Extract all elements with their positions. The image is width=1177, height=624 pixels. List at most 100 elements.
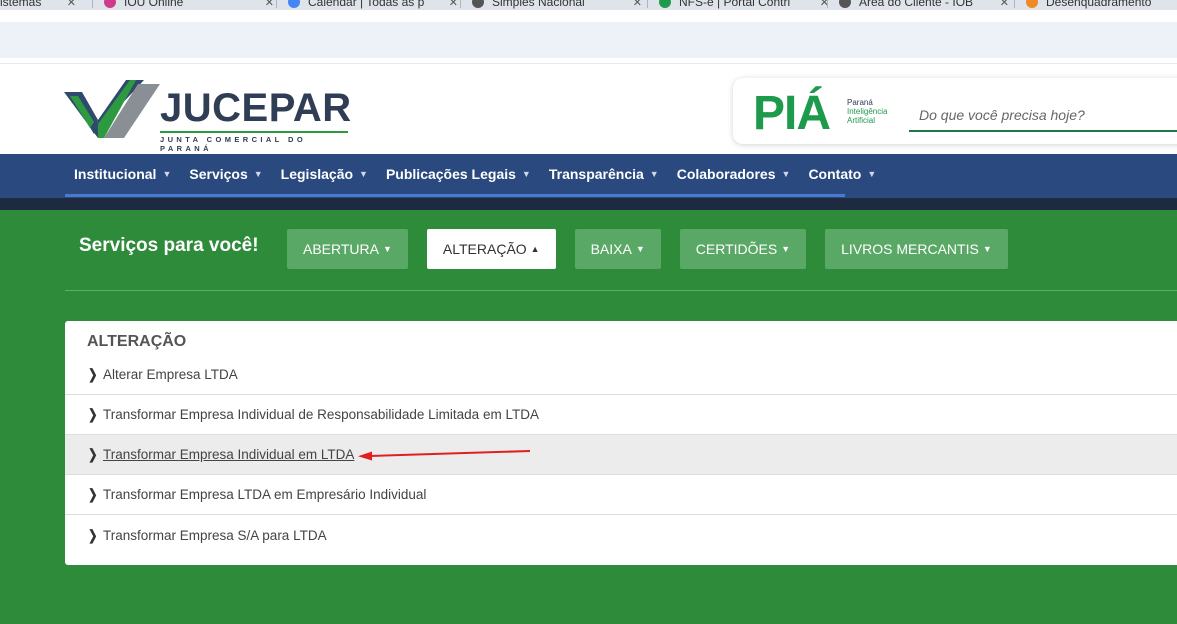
nav-item-label: Transparência <box>548 166 644 182</box>
tab-separator <box>460 0 461 8</box>
alteracao-link-item[interactable]: ❯ Transformar Empresa S/A para LTDA <box>65 515 1177 555</box>
services-divider <box>65 290 1177 291</box>
bookmarks-bar <box>0 22 1177 58</box>
nav-underline <box>65 194 845 197</box>
nav-item-contato[interactable]: Contato ▼ <box>799 154 885 194</box>
browser-tab[interactable]: Simples Nacional ✕ <box>472 0 642 10</box>
browser-tab-label: NFS-e | Portal Contri <box>679 0 791 9</box>
alteracao-link-label: Transformar Empresa Individual de Respon… <box>103 407 539 422</box>
nav-item-legislação[interactable]: Legislação ▼ <box>272 154 377 194</box>
caret-down-icon: ▼ <box>162 169 172 179</box>
caret-down-icon: ▼ <box>781 169 791 179</box>
service-tab-button[interactable]: BAIXA ▼ <box>574 229 661 269</box>
alteracao-link-label: Alterar Empresa LTDA <box>103 367 238 382</box>
alteracao-link-label: Transformar Empresa Individual em LTDA <box>103 447 355 462</box>
alteracao-link-item[interactable]: ❯ Alterar Empresa LTDA <box>65 355 1177 395</box>
caret-down-icon: ▼ <box>635 244 645 254</box>
browser-tab[interactable]: NFS-e | Portal Contri ✕ <box>659 0 829 10</box>
service-tab-button[interactable]: ALTERAÇÃO ▲ <box>426 229 556 269</box>
caret-down-icon: ▼ <box>382 244 392 254</box>
nav-bottom-strip <box>0 198 1177 210</box>
service-tab-label: LIVROS MERCANTIS <box>841 241 979 257</box>
alteracao-panel: ALTERAÇÃO ❯ Alterar Empresa LTDA ❯ Transfor… <box>65 321 1177 565</box>
browser-tab[interactable]: Calendar | Todas as p ✕ <box>288 0 458 10</box>
alteracao-link-label: Transformar Empresa LTDA em Empresário I… <box>103 487 427 502</box>
google-icon <box>288 0 300 8</box>
jucepar-check-icon <box>64 80 160 138</box>
caret-down-icon: ▼ <box>521 169 531 179</box>
alteracao-link-item[interactable]: ❯ Transformar Empresa Individual de Respo… <box>65 395 1177 435</box>
alteracao-link-item[interactable]: ❯ Transformar Empresa Individual em LTDA <box>65 435 1177 475</box>
nav-item-publicações-legais[interactable]: Publicações Legais ▼ <box>377 154 540 194</box>
panel-title: ALTERAÇÃO <box>87 333 187 350</box>
browser-tab-label: Desenquadramento <box>1046 0 1152 9</box>
service-tab-label: ABERTURA <box>303 241 379 257</box>
service-tab-button[interactable]: CERTIDÕES ▼ <box>679 229 807 269</box>
nav-item-label: Publicações Legais <box>385 166 516 182</box>
pia-search-input[interactable] <box>909 100 1177 132</box>
browser-tab[interactable]: Sistemas ✕ <box>0 0 76 10</box>
star-icon <box>104 0 116 8</box>
nav-item-institucional[interactable]: Institucional ▼ <box>65 154 180 194</box>
nav-item-colaboradores[interactable]: Colaboradores ▼ <box>668 154 800 194</box>
close-tab-icon[interactable]: ✕ <box>265 0 274 9</box>
browser-tab-strip: Sistemas✕IOU Online✕Calendar | Todas as … <box>0 0 1177 10</box>
pia-tag-line2: Artificial <box>847 116 876 125</box>
browser-tab-label: IOU Online <box>124 0 184 9</box>
jucepar-logo[interactable]: JUCEPAR JUNTA COMERCIAL DO PARANÁ <box>64 78 354 153</box>
n-icon <box>659 0 671 8</box>
caret-down-icon: ▼ <box>359 169 368 179</box>
browser-tab[interactable]: Área do Cliente - IOB ✕ <box>839 0 1009 10</box>
orange-circle-icon <box>1026 0 1038 8</box>
browser-tab-label: Calendar | Todas as p <box>308 0 425 9</box>
caret-up-icon: ▲ <box>530 244 540 254</box>
nav-item-transparência[interactable]: Transparência ▼ <box>540 154 668 194</box>
service-tab-button[interactable]: LIVROS MERCANTIS ▼ <box>825 229 1008 269</box>
nav-item-serviços[interactable]: Serviços ▼ <box>180 154 271 194</box>
main-navbar: Institucional ▼ Serviços ▼ Legislação ▼ Public… <box>0 154 1177 198</box>
close-tab-icon[interactable]: ✕ <box>1000 0 1009 9</box>
service-tabs: ABERTURA ▼ ALTERAÇÃO ▲ BAIXA ▼ CERTIDÕES ▼ LIVRO… <box>287 229 1027 269</box>
close-tab-icon[interactable]: ✕ <box>67 0 76 9</box>
browser-tab-label: Sistemas <box>0 0 42 9</box>
service-tab-button[interactable]: ABERTURA ▼ <box>287 229 408 269</box>
browser-tab[interactable]: IOU Online ✕ <box>104 0 274 10</box>
service-tab-label: ALTERAÇÃO <box>442 241 527 257</box>
nav-item-label: Serviços <box>189 166 248 182</box>
annotation-arrow <box>358 450 531 461</box>
close-tab-icon[interactable]: ✕ <box>633 0 642 9</box>
nav-item-label: Institucional <box>74 166 157 182</box>
globe-icon <box>472 0 484 8</box>
chevron-right-icon: ❯ <box>88 486 98 502</box>
tab-separator <box>647 0 648 8</box>
caret-down-icon: ▼ <box>982 244 992 254</box>
nav-item-label: Legislação <box>280 166 354 182</box>
nav-item-label: Colaboradores <box>676 166 776 182</box>
browser-tab[interactable]: Desenquadramento✕ <box>1026 0 1177 10</box>
browser-tab-label: Simples Nacional <box>492 0 585 9</box>
browser-tab-label: Área do Cliente - IOB <box>859 0 974 9</box>
nav-menu: Institucional ▼ Serviços ▼ Legislação ▼ Public… <box>65 154 885 194</box>
caret-down-icon: ▼ <box>781 244 791 254</box>
caret-down-icon: ▼ <box>649 169 659 179</box>
services-title: Serviços para você! <box>79 235 259 256</box>
tab-separator <box>1014 0 1015 8</box>
alteracao-link-label: Transformar Empresa S/A para LTDA <box>103 527 327 543</box>
pia-state: Paraná <box>847 98 873 107</box>
service-tab-label: CERTIDÕES <box>695 241 778 257</box>
caret-down-icon: ▼ <box>253 169 263 179</box>
service-tab-label: BAIXA <box>590 241 632 257</box>
browser-toolbar <box>0 10 1177 58</box>
tab-separator <box>92 0 93 8</box>
logo-underline <box>160 131 348 133</box>
nav-item-label: Contato <box>808 166 862 182</box>
chevron-right-icon: ❯ <box>88 526 98 543</box>
chevron-right-icon: ❯ <box>88 446 98 462</box>
chevron-right-icon: ❯ <box>88 366 98 382</box>
alteracao-link-item[interactable]: ❯ Transformar Empresa LTDA em Empresário … <box>65 475 1177 515</box>
logo-wordmark: JUCEPAR <box>160 86 352 130</box>
close-tab-icon[interactable]: ✕ <box>449 0 458 9</box>
tab-separator <box>276 0 277 8</box>
globe-icon <box>839 0 851 8</box>
site-header: JUCEPAR JUNTA COMERCIAL DO PARANÁ PIÁ Pa… <box>0 63 1177 154</box>
